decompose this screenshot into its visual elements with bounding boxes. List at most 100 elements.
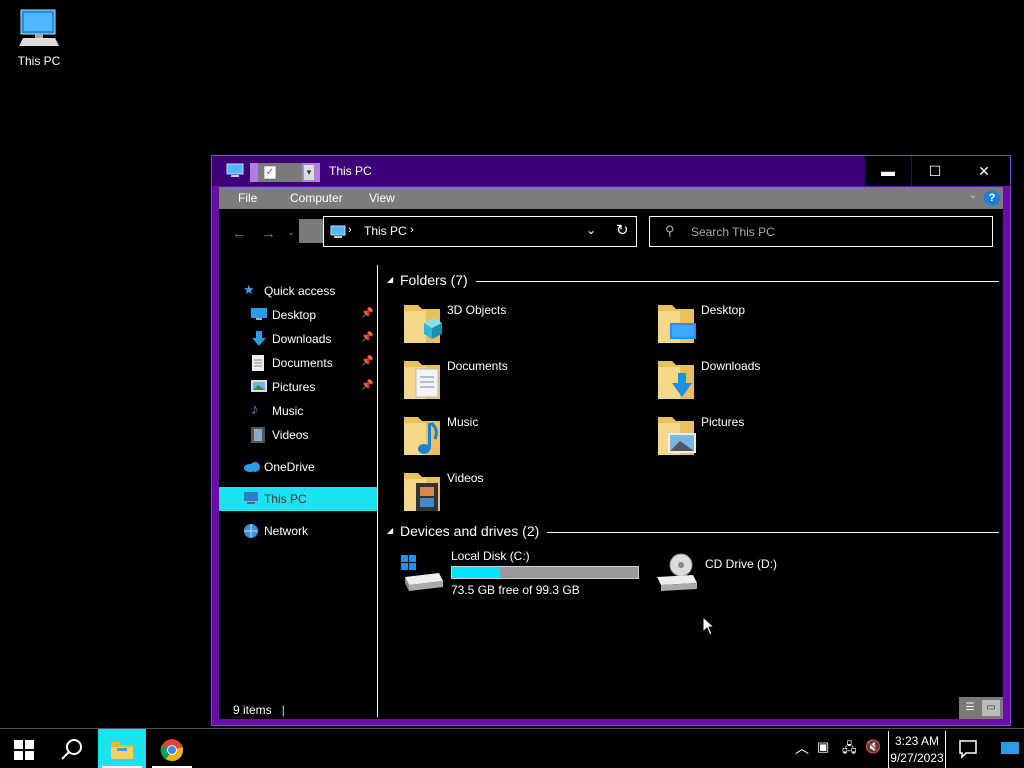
folder-documents[interactable]: Documents <box>402 355 642 405</box>
sidebar-item-pictures[interactable]: Pictures 📌 <box>219 375 377 399</box>
menu-file[interactable]: File <box>238 191 257 205</box>
details-view-icon[interactable]: ☰ <box>961 700 979 716</box>
tray-app-icon[interactable]: ▣ <box>817 739 829 755</box>
address-dropdown-icon[interactable]: ⌄ <box>586 223 596 237</box>
large-icons-view-icon[interactable]: ▭ <box>982 700 1000 716</box>
sidebar-item-label: Videos <box>272 428 309 442</box>
properties-icon[interactable]: ✓ <box>264 166 276 179</box>
folder-music[interactable]: Music <box>402 411 642 461</box>
sidebar-item-quick-access[interactable]: ★ Quick access <box>219 279 377 303</box>
forward-arrow-icon[interactable]: → <box>261 225 276 242</box>
item-count: 9 items <box>233 703 272 717</box>
this-pc-icon <box>330 225 346 238</box>
desktop-icon-this-pc[interactable]: This PC <box>8 8 70 68</box>
folder-name: Pictures <box>701 415 745 429</box>
drive-cd-d[interactable]: CD Drive (D:) <box>653 549 873 599</box>
clock-date: 9/27/2023 <box>890 751 944 765</box>
view-switcher: ☰ ▭ <box>959 697 1003 719</box>
sidebar-item-network[interactable]: Network <box>219 519 377 543</box>
sidebar-item-music[interactable]: ♪ Music <box>219 399 377 423</box>
drive-local-disk-c[interactable]: Local Disk (C:) 73.5 GB free of 99.3 GB <box>399 549 649 599</box>
download-arrow-icon <box>252 331 266 346</box>
breadcrumb-this-pc[interactable]: This PC <box>364 224 407 238</box>
notification-center-icon[interactable] <box>958 739 978 759</box>
up-button[interactable] <box>299 219 325 243</box>
sidebar-item-documents[interactable]: Documents 📌 <box>219 351 377 375</box>
system-clock[interactable]: 3:23 AM 9/27/2023 <box>888 731 946 768</box>
sidebar-item-videos[interactable]: Videos <box>219 423 377 447</box>
collapse-triangle-icon: ◢ <box>387 526 394 535</box>
network-status-icon[interactable]: 🖧 <box>842 739 857 761</box>
folders-group-header[interactable]: ◢ Folders (7) <box>387 271 999 291</box>
pictures-folder-icon <box>658 417 696 455</box>
folder-videos[interactable]: Videos <box>402 467 642 517</box>
sidebar-item-label: This PC <box>264 492 307 506</box>
pin-icon[interactable]: 📌 <box>361 356 373 367</box>
folder-name: Downloads <box>701 359 761 373</box>
back-arrow-icon[interactable]: ← <box>232 225 247 242</box>
pin-icon[interactable]: 📌 <box>361 308 373 319</box>
videos-folder-icon <box>404 473 440 511</box>
qat-segment <box>250 163 258 182</box>
cloud-icon <box>244 462 260 472</box>
volume-muted-icon[interactable]: 🔇 <box>865 739 881 755</box>
taskbar-file-explorer[interactable] <box>98 729 146 768</box>
breadcrumb-separator-icon[interactable]: › <box>348 224 352 236</box>
sidebar-item-label: OneDrive <box>264 460 315 474</box>
pictures-icon <box>251 380 267 392</box>
show-hidden-icons-chevron-icon[interactable]: ︿ <box>795 738 809 758</box>
menu-computer[interactable]: Computer <box>290 191 343 205</box>
sidebar-item-this-pc[interactable]: This PC <box>219 487 377 511</box>
cd-drive-icon <box>657 553 697 591</box>
folder-pictures[interactable]: Pictures <box>656 411 896 461</box>
status-divider: | <box>281 703 285 717</box>
show-desktop-icon[interactable] <box>1000 741 1020 757</box>
search-box[interactable]: ⚲ Search This PC <box>649 216 993 247</box>
search-icon <box>61 739 82 760</box>
windows-drive-icon <box>401 555 443 591</box>
drive-name: CD Drive (D:) <box>705 557 777 571</box>
folder-downloads[interactable]: Downloads <box>656 355 896 405</box>
start-button[interactable] <box>0 729 48 768</box>
recent-locations-chevron-icon[interactable]: ⌄ <box>287 227 295 238</box>
close-button[interactable]: ✕ <box>958 156 1010 186</box>
taskbar-chrome[interactable] <box>148 729 196 768</box>
drive-usage-bar <box>451 566 639 579</box>
menu-view[interactable]: View <box>369 191 395 205</box>
pin-icon[interactable]: 📌 <box>361 332 373 343</box>
minimize-button[interactable]: ▬ <box>865 156 911 186</box>
this-pc-icon <box>226 163 244 177</box>
breadcrumb-separator-icon[interactable]: › <box>410 224 414 236</box>
sidebar-item-desktop[interactable]: Desktop 📌 <box>219 303 377 327</box>
quick-access-toolbar: ✓ ▾ <box>250 163 320 182</box>
sidebar-item-downloads[interactable]: Downloads 📌 <box>219 327 377 351</box>
sidebar-item-label: Documents <box>272 356 333 370</box>
expand-ribbon-icon[interactable]: ⌄ <box>969 190 977 201</box>
drive-name: Local Disk (C:) <box>451 549 530 563</box>
collapse-triangle-icon: ◢ <box>387 275 394 284</box>
navigation-pane: ★ Quick access Desktop 📌 Downloads 📌 Doc… <box>219 265 377 695</box>
pane-divider[interactable] <box>377 265 378 717</box>
clock-time: 3:23 AM <box>894 734 940 748</box>
taskbar-search-button[interactable] <box>48 729 96 768</box>
group-title: Devices and drives (2) <box>400 523 548 539</box>
folder-desktop[interactable]: Desktop <box>656 299 896 349</box>
chrome-icon <box>160 739 184 762</box>
maximize-button[interactable]: ☐ <box>912 156 958 186</box>
devices-group-header[interactable]: ◢ Devices and drives (2) <box>387 522 999 542</box>
help-icon[interactable]: ? <box>984 190 1000 206</box>
sidebar-item-onedrive[interactable]: OneDrive <box>219 455 377 479</box>
pin-icon[interactable]: 📌 <box>361 380 373 391</box>
window-title: This PC <box>329 164 372 178</box>
explorer-window: ✓ ▾ This PC ▬ ☐ ✕ File Computer View ⌄ ?… <box>211 155 1011 726</box>
refresh-icon[interactable]: ↻ <box>616 221 629 239</box>
sidebar-item-label: Music <box>272 404 304 418</box>
title-bar[interactable]: ✓ ▾ This PC ▬ ☐ ✕ <box>212 156 1010 186</box>
folder-name: Videos <box>447 471 484 485</box>
address-bar[interactable]: › This PC › ⌄ ↻ <box>323 216 637 247</box>
sidebar-item-label: Pictures <box>272 380 316 394</box>
desktop-icon-label: This PC <box>17 54 61 68</box>
folder-3d-objects[interactable]: 3D Objects <box>402 299 642 349</box>
qat-dropdown-icon[interactable]: ▾ <box>304 165 314 180</box>
search-icon: ⚲ <box>665 223 675 238</box>
